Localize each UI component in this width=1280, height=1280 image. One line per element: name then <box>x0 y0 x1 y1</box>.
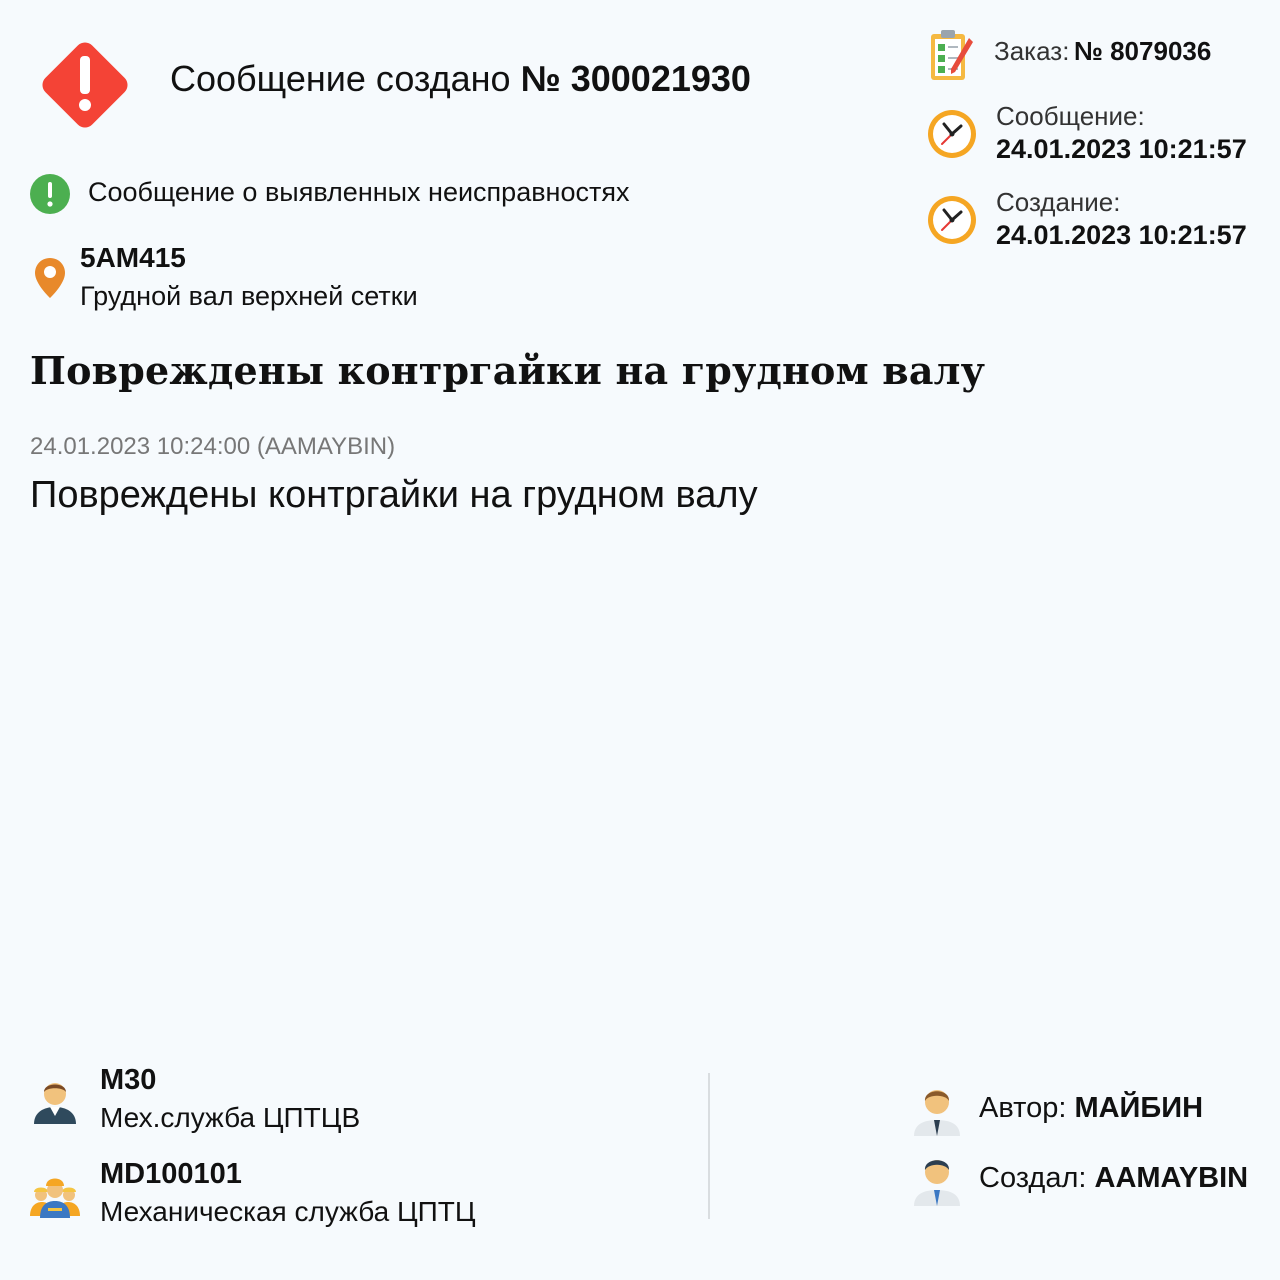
location-code: 5AM415 <box>80 242 186 273</box>
message-date-label: Сообщение: <box>996 101 1145 131</box>
page-title-prefix: Сообщение создано <box>170 58 511 99</box>
clipboard-checklist-icon <box>927 28 975 82</box>
exclamation-circle-icon <box>30 174 70 214</box>
location-name: Грудной вал верхней сетки <box>80 281 418 311</box>
person-icon <box>912 1082 962 1138</box>
author-value: МАЙБИН <box>1074 1092 1204 1124</box>
location-pin-icon <box>33 256 67 300</box>
author-info: Автор: МАЙБИН <box>979 1092 1203 1125</box>
workcenter-name: Мех.служба ЦПТЦВ <box>100 1102 361 1133</box>
vertical-divider <box>708 1073 710 1219</box>
note-meta: 24.01.2023 10:24:00 (AAMAYBIN) <box>30 433 396 460</box>
order-info: Заказ: № 8079036 <box>994 36 1211 67</box>
message-title: Повреждены контргайки на грудном валу <box>30 348 986 393</box>
author-label: Автор: <box>979 1092 1067 1124</box>
alert-diamond-icon <box>32 32 138 138</box>
creator-info: Создал: AAMAYBIN <box>979 1162 1248 1195</box>
creator-value: AAMAYBIN <box>1094 1162 1249 1194</box>
message-date-value: 24.01.2023 10:21:57 <box>996 134 1247 164</box>
planner-name: Механическая служба ЦПТЦ <box>100 1196 476 1227</box>
created-date-value: 24.01.2023 10:21:57 <box>996 220 1247 250</box>
workcenter-code: M30 <box>100 1064 157 1096</box>
created-date-label: Создание: <box>996 187 1121 217</box>
creator-label: Создал: <box>979 1162 1087 1194</box>
message-number: № 300021930 <box>520 58 751 99</box>
planner-code: MD100101 <box>100 1158 242 1190</box>
page-title: Сообщение создано № 300021930 <box>170 58 751 100</box>
note-text: Повреждены контргайки на грудном валу <box>30 474 758 516</box>
message-type: Сообщение о выявленных неисправностях <box>88 177 630 207</box>
worker-group-icon <box>28 1168 82 1218</box>
clock-icon <box>926 194 978 246</box>
order-label: Заказ: <box>994 36 1070 66</box>
clock-icon <box>926 108 978 160</box>
person-icon <box>912 1152 962 1208</box>
worker-icon <box>30 1074 80 1126</box>
order-number: № 8079036 <box>1073 36 1212 66</box>
